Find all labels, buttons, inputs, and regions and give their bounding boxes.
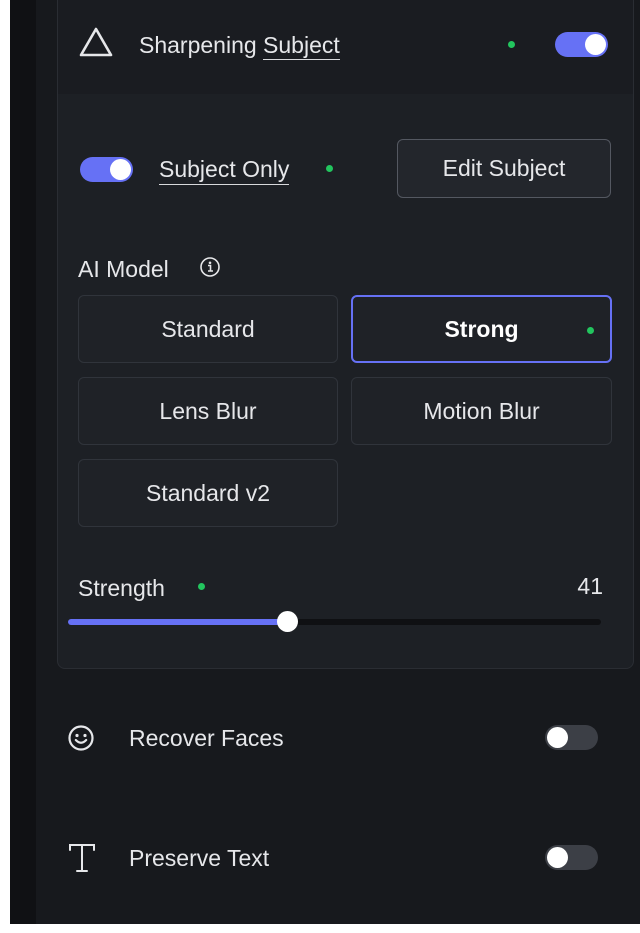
model-option-motion-blur[interactable]: Motion Blur [351,377,612,445]
text-t-icon [69,844,95,872]
preserve-text-toggle[interactable] [545,845,598,870]
panel-title-subject: Subject [263,32,340,60]
strength-slider[interactable] [68,611,601,632]
model-option-strong-label: Strong [444,315,519,342]
strength-dot [198,583,205,590]
model-option-standard[interactable]: Standard [78,295,338,363]
model-option-strong[interactable]: Strong [351,295,612,363]
model-option-lens-blur[interactable]: Lens Blur [78,377,338,445]
strength-slider-thumb[interactable] [276,611,298,632]
subject-only-toggle[interactable] [80,157,133,182]
preserve-text-label: Preserve Text [129,845,270,871]
sharpening-panel: Sharpening Subject Subject Only Edit Sub… [57,0,634,669]
recover-faces-label: Recover Faces [129,725,284,751]
info-circle-icon[interactable] [199,256,221,278]
triangle-icon [79,27,113,57]
edit-subject-button[interactable]: Edit Subject [397,139,611,198]
subject-only-label[interactable]: Subject Only [159,155,290,185]
smiley-face-icon [68,725,94,751]
model-option-standard-v2[interactable]: Standard v2 [78,459,338,527]
recover-faces-toggle[interactable] [545,725,598,750]
ai-model-label: AI Model [78,256,169,282]
strength-slider-fill [68,619,287,625]
panel-title-text: Sharpening [139,32,257,58]
status-dot [508,41,515,48]
sidebar-app: Sharpening Subject Subject Only Edit Sub… [10,0,640,924]
subject-only-dot [326,165,333,172]
left-edge [10,0,36,924]
strength-value: 41 [577,573,603,599]
sharpening-toggle[interactable] [555,32,608,57]
panel-title: Sharpening Subject [139,31,340,60]
strength-label: Strength [78,575,165,601]
model-selected-dot [587,327,594,334]
panel-header[interactable]: Sharpening Subject [58,0,633,94]
